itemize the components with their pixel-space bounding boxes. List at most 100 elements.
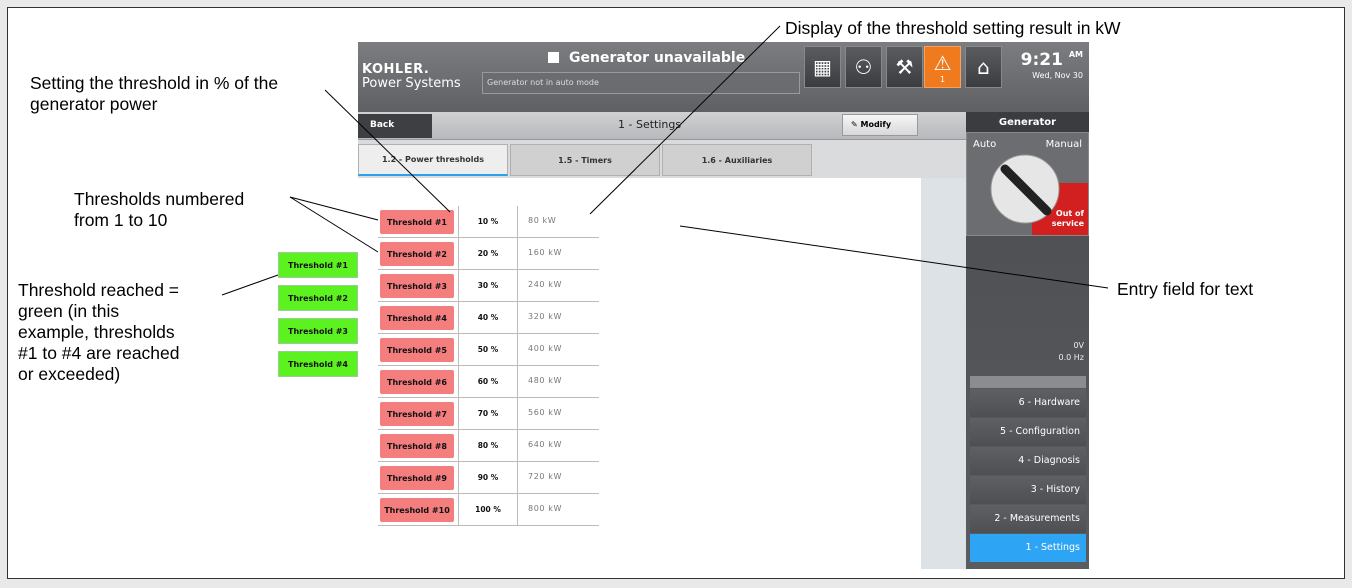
table-row: Threshold #4 40 % 320 kW <box>378 302 599 334</box>
table-row: Threshold #2 20 % 160 kW <box>378 238 599 270</box>
reached-threshold-badge: Threshold #1 <box>278 252 358 278</box>
table-row: Threshold #5 50 % 400 kW <box>378 334 599 366</box>
menu-item-measurements[interactable]: 2 - Measurements <box>970 505 1086 533</box>
table-row: Threshold #3 30 % 240 kW <box>378 270 599 302</box>
tab-bar: 1.2 - Power thresholds 1.5 - Timers 1.6 … <box>358 140 966 178</box>
reached-threshold-badge: Threshold #3 <box>278 318 358 344</box>
grid-menu-button[interactable]: ▦ <box>804 46 841 88</box>
scrollbar[interactable] <box>921 178 966 569</box>
threshold-label[interactable]: Threshold #6 <box>380 370 454 394</box>
home-button[interactable]: ⌂ <box>965 46 1002 88</box>
top-bar: KOHLER. Power Systems Generator unavaila… <box>358 42 1089 112</box>
threshold-label[interactable]: Threshold #9 <box>380 466 454 490</box>
threshold-percent-field[interactable]: 40 % <box>458 302 518 333</box>
annotation-entry-field: Entry field for text <box>1117 279 1254 299</box>
annotation-text: Thresholds numbered <box>74 189 245 209</box>
annotation-text: from 1 to 10 <box>74 210 168 230</box>
threshold-percent-field[interactable]: 100 % <box>458 494 518 525</box>
brand-logo: KOHLER. <box>362 62 430 77</box>
reached-threshold-badge: Threshold #4 <box>278 351 358 377</box>
threshold-label[interactable]: Threshold #1 <box>380 210 454 234</box>
threshold-kw-value: 400 kW <box>528 344 562 353</box>
annotation-text: Threshold reached = <box>18 280 180 300</box>
threshold-percent-field[interactable]: 50 % <box>458 334 518 365</box>
annotation-setting-percent: Setting the threshold in % of the genera… <box>30 73 278 115</box>
annotation-text: example, thresholds <box>18 322 175 342</box>
menu-item-settings[interactable]: 1 - Settings <box>970 534 1086 562</box>
threshold-percent-field[interactable]: 70 % <box>458 398 518 429</box>
tools-icon: ⚒ <box>895 55 914 79</box>
warning-icon: ⚠ <box>933 50 952 75</box>
table-row: Threshold #7 70 % 560 kW <box>378 398 599 430</box>
mode-knob-icon[interactable] <box>987 151 1063 227</box>
menu-item-hardware[interactable]: 6 - Hardware <box>970 389 1086 417</box>
alarm-count: 1 <box>939 74 946 84</box>
annotation-text: Setting the threshold in % of the <box>30 73 279 93</box>
threshold-label[interactable]: Threshold #5 <box>380 338 454 362</box>
generator-status-text: Generator unavailable <box>569 50 746 66</box>
threshold-percent-field[interactable]: 90 % <box>458 462 518 493</box>
clock: 9:21 AM Wed, Nov 30 <box>1021 50 1083 80</box>
threshold-percent-field[interactable]: 30 % <box>458 270 518 301</box>
threshold-label[interactable]: Threshold #10 <box>380 498 454 522</box>
threshold-percent-field[interactable]: 80 % <box>458 430 518 461</box>
annotation-text: generator power <box>30 94 158 114</box>
toolbar: Back 1 - Settings ✎ Modify <box>358 112 966 140</box>
menu-item-diagnosis[interactable]: 4 - Diagnosis <box>970 447 1086 475</box>
threshold-label[interactable]: Threshold #3 <box>380 274 454 298</box>
reached-threshold-badge: Threshold #2 <box>278 285 358 311</box>
brand-subtitle: Power Systems <box>362 76 461 91</box>
table-row: Threshold #9 90 % 720 kW <box>378 462 599 494</box>
threshold-percent-field[interactable]: 20 % <box>458 238 518 269</box>
threshold-table: Threshold #1 10 % 80 kW Threshold #2 20 % 16… <box>358 178 921 569</box>
threshold-kw-value: 560 kW <box>528 408 562 417</box>
threshold-label[interactable]: Threshold #8 <box>380 434 454 458</box>
threshold-kw-value: 640 kW <box>528 440 562 449</box>
tab-auxiliaries[interactable]: 1.6 - Auxiliaries <box>662 144 812 176</box>
page-title: 1 - Settings <box>618 118 682 131</box>
auto-label[interactable]: Auto <box>973 139 996 150</box>
threshold-label[interactable]: Threshold #7 <box>380 402 454 426</box>
tools-button[interactable]: ⚒ <box>886 46 923 88</box>
menu-item-configuration[interactable]: 5 - Configuration <box>970 418 1086 446</box>
clock-date: Wed, Nov 30 <box>1032 71 1083 80</box>
threshold-kw-value: 480 kW <box>528 376 562 385</box>
status-square-icon <box>548 52 559 63</box>
home-icon: ⌂ <box>977 55 990 79</box>
annotation-text: #1 to #4 are reached <box>18 343 180 363</box>
modify-label: Modify <box>860 120 892 129</box>
manual-label[interactable]: Manual <box>1046 139 1082 150</box>
voltage-value: 0V <box>1073 341 1084 350</box>
tab-power-thresholds[interactable]: 1.2 - Power thresholds <box>358 144 508 176</box>
settings-menu: 6 - Hardware 5 - Configuration 4 - Diagn… <box>970 376 1086 563</box>
table-row: Threshold #8 80 % 640 kW <box>378 430 599 462</box>
back-button[interactable]: Back <box>358 114 432 138</box>
threshold-percent-field[interactable]: 10 % <box>458 206 518 237</box>
mode-selector[interactable]: Auto Manual Out of service <box>966 132 1089 236</box>
grid-icon: ▦ <box>813 55 832 79</box>
threshold-percent-field[interactable]: 60 % <box>458 366 518 397</box>
annotation-threshold-reached: Threshold reached = green (in this examp… <box>18 280 180 385</box>
table-row: Threshold #1 10 % 80 kW <box>378 206 599 238</box>
threshold-label[interactable]: Threshold #4 <box>380 306 454 330</box>
generator-panel-title: Generator <box>966 112 1089 132</box>
user-button[interactable]: ⚇ <box>845 46 882 88</box>
menu-item-history[interactable]: 3 - History <box>970 476 1086 504</box>
annotation-display-kw: Display of the threshold setting result … <box>785 18 1121 38</box>
alarm-button[interactable]: ⚠ 1 <box>924 46 961 88</box>
threshold-kw-value: 320 kW <box>528 312 562 321</box>
modify-button[interactable]: ✎ Modify <box>842 114 918 136</box>
tab-timers[interactable]: 1.5 - Timers <box>510 144 660 176</box>
table-row: Threshold #6 60 % 480 kW <box>378 366 599 398</box>
threshold-kw-value: 720 kW <box>528 472 562 481</box>
frequency-value: 0.0 Hz <box>1058 353 1084 362</box>
threshold-label[interactable]: Threshold #2 <box>380 242 454 266</box>
clock-time: 9:21 <box>1020 50 1063 70</box>
threshold-kw-value: 800 kW <box>528 504 562 513</box>
generator-status: Generator unavailable <box>548 50 745 66</box>
user-icon: ⚇ <box>854 55 873 79</box>
threshold-kw-value: 240 kW <box>528 280 562 289</box>
menu-spacer <box>970 376 1086 388</box>
hmi-screen: KOHLER. Power Systems Generator unavaila… <box>358 42 1089 569</box>
annotation-thresholds-numbered: Thresholds numbered from 1 to 10 <box>74 189 244 231</box>
